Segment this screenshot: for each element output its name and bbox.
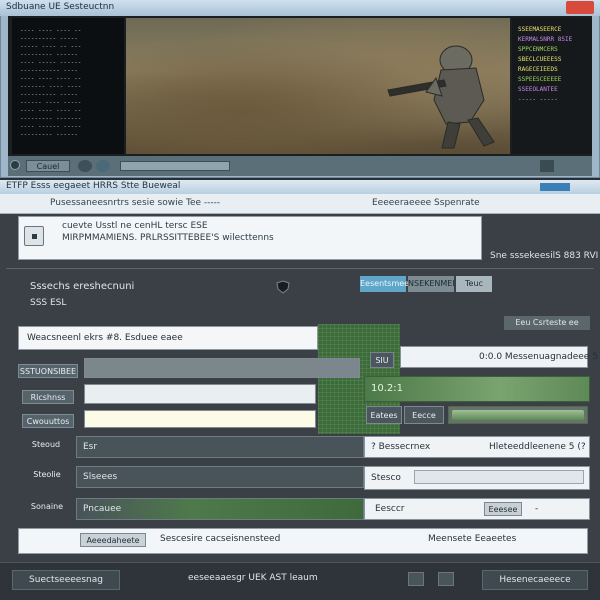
- bottom-row-suffix: -: [535, 504, 539, 514]
- stats-panel: SSEEMASEERCE KERMALSNRR 8SIE SPPCENMCERS SB…: [512, 18, 592, 154]
- log-line: ------ ---- -----: [20, 99, 82, 106]
- stats-line: SSEEMASEERCE: [518, 26, 562, 33]
- status-indicator-icon: [10, 160, 20, 170]
- section-subtitle: SSS ESL: [30, 298, 67, 308]
- footer-icon-a[interactable]: [408, 572, 424, 586]
- summary-chip[interactable]: Aeeedaheete: [80, 533, 146, 547]
- stats-line: SPPCENMCERS: [518, 46, 558, 53]
- section-title: Sssechs ereshecnuni: [30, 281, 135, 292]
- window-controls[interactable]: [540, 183, 570, 191]
- stats-line: SSEEOLANTEE: [518, 86, 558, 93]
- summary-right-text: Meensete Eeaeetes: [428, 534, 517, 544]
- bottom-row-field[interactable]: Eesccr -: [364, 498, 590, 520]
- game-window-title: Sdbuane UE Sesteuctnn: [6, 2, 115, 12]
- record-icon[interactable]: [78, 160, 92, 172]
- row-field-1[interactable]: [84, 358, 360, 378]
- shield-icon: [276, 280, 290, 294]
- close-button[interactable]: [566, 1, 594, 14]
- stats-line: ----- -----: [518, 96, 558, 103]
- footer-right-button[interactable]: Hesenecaeeece: [482, 570, 588, 590]
- info-line-1: cuevte Usstl ne cenHL tersc ESE: [62, 221, 208, 231]
- tab-tertiary[interactable]: Teuc: [456, 276, 492, 292]
- log-line: ----- ---- -- ---: [20, 43, 82, 50]
- options-chip[interactable]: Eeu Csrteste ee: [504, 316, 590, 330]
- row-label-5: Steolie: [33, 470, 61, 479]
- soldier-figure: [387, 45, 495, 149]
- header-field[interactable]: Weacsneenl ekrs #8. Esduee eaee: [18, 326, 318, 350]
- row-field-4[interactable]: Esr: [76, 436, 364, 458]
- bottom-row-button[interactable]: Eeesee: [484, 502, 522, 516]
- tab-primary[interactable]: Eesentsmeer: [360, 276, 412, 292]
- bottom-row-text: Eesccr: [375, 504, 405, 514]
- footer-left-button[interactable]: Suectseeeesnag: [12, 570, 120, 590]
- settings-window-title: ETFP Esss eegaeet HRRS Stte Bueweal: [6, 181, 181, 191]
- status-button[interactable]: Cauel: [26, 160, 70, 172]
- log-line: --------- ------: [20, 131, 78, 138]
- log-line: ---- ---- ---- --: [20, 27, 82, 34]
- tab-secondary[interactable]: NSEKENMEI: [408, 276, 455, 292]
- log-line: --------- -------: [20, 115, 82, 122]
- checkbox-icon[interactable]: [24, 226, 44, 246]
- stats-line: SSPEESCEEEEE: [518, 76, 562, 83]
- rate-bar[interactable]: [414, 470, 584, 484]
- ratio-display: 10.2:1: [364, 376, 590, 402]
- log-line: ---- ---- ---- --: [20, 107, 82, 114]
- row-label-6: Sonaine: [30, 502, 64, 511]
- row-label-4: Steoud: [31, 440, 61, 449]
- toolbar-path-text: Pusessaneesnrtrs sesie sowie Tee -----: [50, 198, 221, 208]
- info-summary: Sne sssekeesilS 883 RVI: [490, 251, 599, 261]
- log-panel: ---- ---- ---- -- ---------- ----- ----- -…: [12, 18, 124, 154]
- summary-text: Sescesire cacseisnensteed: [160, 534, 281, 544]
- slider-fill: [452, 410, 584, 420]
- row-field-2[interactable]: [84, 384, 316, 404]
- row-field-6[interactable]: Pncauee: [76, 498, 364, 520]
- row-label-1: SSTUONSIBEE: [18, 364, 78, 378]
- log-line: ---- ---- ---- --: [20, 75, 82, 82]
- log-line: ----------- ----: [20, 67, 78, 74]
- mini-button-a[interactable]: Eatees: [366, 406, 402, 424]
- toggle-icon[interactable]: [96, 160, 110, 172]
- toolbar-status-text: Eeeeeraeeee Sspenrate: [372, 198, 480, 208]
- divider: [6, 268, 594, 269]
- log-line: ---------- -----: [20, 91, 78, 98]
- value-readout: 0:0.0 Messenuagnadeee 5 (?: [400, 346, 600, 368]
- total-field: ? Bessecrnex Hleteeddleenene 5 (?: [364, 436, 590, 458]
- value-badge: SIU: [370, 352, 394, 368]
- log-line: --------- ------: [20, 51, 78, 58]
- log-line: ------- ---- ----: [20, 83, 82, 90]
- game-viewport[interactable]: [126, 18, 510, 154]
- total-left-text: ? Bessecrnex: [371, 442, 431, 452]
- info-line-2: MIRPMMAMIENS. PRLRSSITTEBEE'S wilecttenn…: [62, 233, 274, 243]
- resize-grip-icon[interactable]: [540, 160, 554, 172]
- row-label-2: Rlcshnss: [22, 390, 74, 404]
- log-line: ---- ------ -----: [20, 123, 82, 130]
- monitor-icon[interactable]: [438, 572, 454, 586]
- row-field-3[interactable]: [84, 410, 316, 428]
- mini-button-b[interactable]: Eecce: [404, 406, 444, 424]
- stats-line: SBECLCUEEESS: [518, 56, 562, 63]
- log-line: ---------- -----: [20, 35, 78, 42]
- log-line: ---- ----- ------: [20, 59, 82, 66]
- row-label-3: Cwouuttos: [22, 414, 74, 428]
- total-right-text: Hleteeddleenene 5 (?: [489, 442, 586, 452]
- stats-line: KERMALSNRR 8SIE: [518, 36, 573, 43]
- status-progress-bar[interactable]: [120, 161, 230, 171]
- row-field-5[interactable]: Slseees: [76, 466, 364, 488]
- footer-status-text: eeseeaaesgr UEK AST leaum: [188, 573, 318, 583]
- stats-line: RAGECEIEEDS: [518, 66, 558, 73]
